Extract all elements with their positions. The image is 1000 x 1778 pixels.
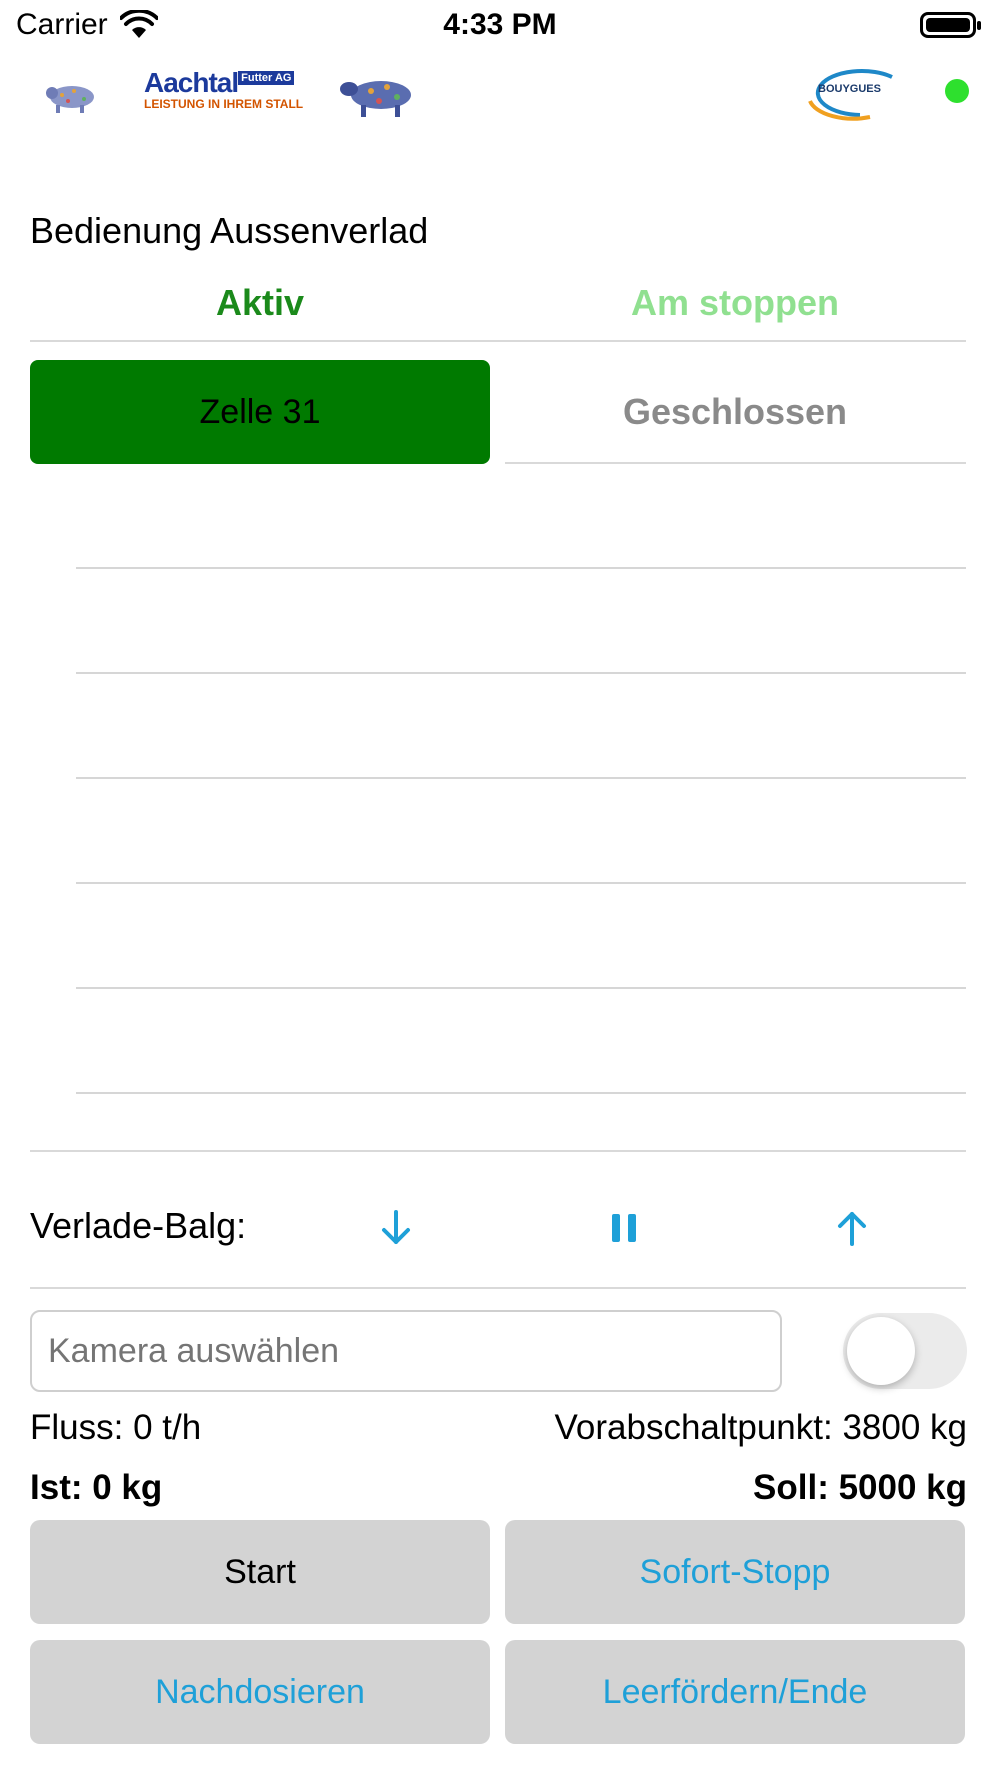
arrow-down-icon [382,1210,410,1244]
clock: 4:33 PM [443,8,557,41]
connection-status-indicator [945,79,969,103]
separator [30,1287,966,1289]
flow-readout: Fluss: 0 t/h [30,1408,202,1447]
state-active-label: Aktiv [215,282,305,323]
aachtal-logo: Aachtal Futter AG LEISTUNG IN IHREM STALL [144,67,304,117]
redose-button[interactable]: Nachdosieren [30,1640,490,1744]
bouygues-name: BOUYGUES [818,83,881,95]
target-weight-readout: Soll: 5000 kg [753,1468,967,1507]
balg-label: Verlade-Balg: [30,1205,247,1246]
balg-pause-button[interactable] [594,1200,654,1256]
list-item[interactable] [76,567,966,569]
emergency-stop-button[interactable]: Sofort-Stopp [505,1520,965,1624]
list-item[interactable] [76,1092,966,1094]
arrow-up-icon [838,1212,866,1246]
aachtal-name: Aachtal [144,67,239,98]
closed-select-button[interactable]: Geschlossen [505,360,965,464]
empty-end-button[interactable]: Leerfördern/Ende [505,1640,965,1744]
battery-icon [920,12,981,38]
balg-up-button[interactable] [822,1200,882,1256]
cow-logo-icon [340,81,411,117]
logo-bar: Aachtal Futter AG LEISTUNG IN IHREM STALL… [0,55,1000,135]
cutoff-readout: Vorabschaltpunkt: 3800 kg [554,1408,967,1447]
actual-weight-readout: Ist: 0 kg [30,1468,163,1507]
status-bar: Carrier 4:33 PM [0,0,1000,50]
start-button[interactable]: Start [30,1520,490,1624]
state-stopping-label: Am stoppen [630,282,839,323]
cell-select-button[interactable]: Zelle 31 [30,360,490,464]
pig-logo-icon [46,86,94,113]
camera-select-input[interactable] [30,1310,782,1392]
list-item[interactable] [76,672,966,674]
bouygues-logo: BOUYGUES [800,63,900,123]
list-item[interactable] [76,882,966,884]
balg-down-button[interactable] [366,1200,426,1256]
page-title: Bedienung Aussenverlad [30,210,429,251]
toggle-knob [847,1317,915,1385]
separator [30,1150,966,1152]
camera-toggle[interactable] [843,1313,967,1389]
list-item[interactable] [76,987,966,989]
aachtal-badge: Futter AG [238,71,295,85]
aachtal-tagline: LEISTUNG IN IHREM STALL [144,97,304,111]
list-item[interactable] [76,777,966,779]
separator [30,340,966,342]
pause-icon [612,1214,636,1242]
separator [505,462,966,464]
